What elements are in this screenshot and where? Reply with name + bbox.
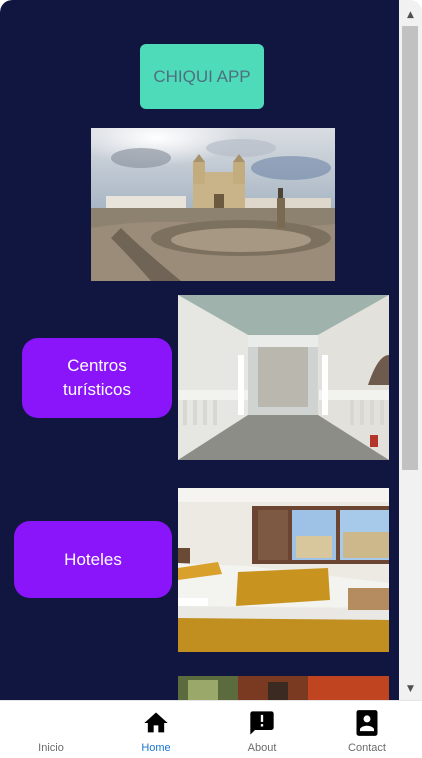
nav-label-inicio: Inicio bbox=[38, 742, 64, 754]
chat-info-icon bbox=[250, 711, 274, 735]
nav-label-contact: Contact bbox=[348, 742, 386, 754]
gallery-interior-photo bbox=[178, 295, 389, 460]
main-content: CHIQUI APP Centros turísticos Hoteles bbox=[0, 0, 399, 700]
home-icon bbox=[144, 712, 168, 733]
app-window: CHIQUI APP Centros turísticos Hoteles ▲ … bbox=[0, 0, 422, 758]
contact-card-icon bbox=[356, 710, 378, 736]
scroll-down-arrow-icon[interactable]: ▼ bbox=[399, 680, 422, 697]
nav-item-about[interactable]: About bbox=[212, 701, 312, 758]
nav-item-inicio[interactable]: Inicio bbox=[1, 701, 101, 758]
bottom-navigation: Inicio Home About Contact bbox=[0, 700, 422, 758]
scroll-up-arrow-icon[interactable]: ▲ bbox=[399, 6, 422, 23]
next-section-photo bbox=[178, 676, 389, 700]
hotel-room-photo bbox=[178, 488, 389, 652]
town-square-photo bbox=[91, 128, 335, 281]
vertical-scrollbar[interactable]: ▲ ▼ bbox=[399, 0, 422, 700]
hoteles-button[interactable]: Hoteles bbox=[14, 521, 172, 598]
scrollbar-thumb[interactable] bbox=[402, 26, 418, 470]
nav-label-about: About bbox=[247, 742, 277, 754]
centros-turisticos-button[interactable]: Centros turísticos bbox=[22, 338, 172, 418]
nav-item-home[interactable]: Home bbox=[106, 701, 206, 758]
nav-item-contact[interactable]: Contact bbox=[317, 701, 417, 758]
nav-label-home: Home bbox=[141, 742, 171, 754]
app-title-button[interactable]: CHIQUI APP bbox=[140, 44, 264, 109]
